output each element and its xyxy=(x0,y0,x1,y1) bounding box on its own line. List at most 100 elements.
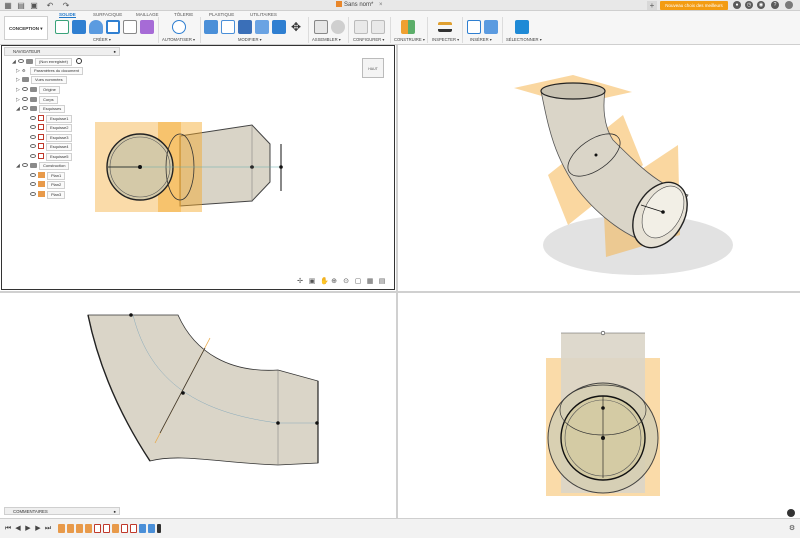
tree-item-doc-settings[interactable]: ▷ ⚙ Paramètres du document xyxy=(16,67,83,75)
create-sketch-icon[interactable] xyxy=(55,20,69,34)
group-modify-label[interactable]: MODIFIER ▾ xyxy=(238,37,262,42)
comments-panel[interactable]: COMMENTAIRES ● xyxy=(4,507,120,515)
navigator-pin-icon[interactable]: ● xyxy=(113,48,116,56)
timeline-loft-feature[interactable] xyxy=(139,524,146,533)
visibility-icon[interactable] xyxy=(18,59,24,63)
automate-icon[interactable] xyxy=(172,20,186,34)
timeline-plane-feature[interactable] xyxy=(85,524,92,533)
timeline-marker[interactable] xyxy=(157,524,161,533)
undo-icon[interactable]: ↶ xyxy=(46,1,54,10)
display-settings-icon[interactable]: ▢ xyxy=(354,278,362,286)
configure-table-icon[interactable] xyxy=(354,20,368,34)
tab-solide[interactable]: SOLIDE xyxy=(59,12,76,18)
tree-item-construction[interactable]: ◢ Construction xyxy=(16,162,70,170)
extensions-icon[interactable]: ● xyxy=(733,1,741,9)
grid-settings-icon[interactable]: ▦ xyxy=(366,278,374,286)
tab-tolerie[interactable]: TÔLERIE xyxy=(174,12,193,17)
fillet-icon[interactable] xyxy=(221,20,235,34)
extrude-icon[interactable] xyxy=(72,20,86,34)
viewport-splitter-horizontal[interactable] xyxy=(0,291,800,293)
timeline-settings-icon[interactable]: ⚙ xyxy=(788,525,796,533)
group-create-label[interactable]: CRÉER ▾ xyxy=(93,37,111,42)
tab-surfacique[interactable]: SURFACIQUE xyxy=(93,12,122,17)
timeline-sketch-feature[interactable] xyxy=(130,524,137,533)
tree-item-sketches[interactable]: ◢ Esquisses xyxy=(16,105,66,113)
look-at-icon[interactable]: ▣ xyxy=(308,278,316,286)
visibility-icon[interactable] xyxy=(22,163,28,167)
visibility-icon[interactable] xyxy=(30,154,36,158)
tree-item-plane2[interactable]: Plan2 xyxy=(30,181,66,189)
revolve-icon[interactable] xyxy=(89,20,103,34)
zoom-icon[interactable]: ⊕ xyxy=(330,278,338,286)
visibility-icon[interactable] xyxy=(30,182,36,186)
timeline-sketch-feature[interactable] xyxy=(121,524,128,533)
expand-icon[interactable]: ▷ xyxy=(16,86,22,94)
tree-item-bodies[interactable]: ▷ Corps xyxy=(16,96,58,104)
visibility-icon[interactable] xyxy=(30,125,36,129)
play-icon[interactable]: ▶ xyxy=(24,525,32,533)
tree-item-named-views[interactable]: ▷ Vues nommées xyxy=(16,76,67,84)
visibility-icon[interactable] xyxy=(22,87,28,91)
viewport-top[interactable] xyxy=(0,293,396,518)
timeline-shell-feature[interactable] xyxy=(148,524,155,533)
tree-item-plane3[interactable]: Plan3 xyxy=(30,191,66,199)
group-insert-label[interactable]: INSÉRER ▾ xyxy=(470,37,492,42)
timeline-sketch-feature[interactable] xyxy=(58,524,65,533)
new-tab-button[interactable]: + xyxy=(647,1,657,10)
timeline-sketch-feature[interactable] xyxy=(94,524,101,533)
radio-active-icon[interactable] xyxy=(76,58,83,64)
viewport-splitter-vertical[interactable] xyxy=(396,45,398,518)
move-icon[interactable]: ✥ xyxy=(289,20,303,34)
viewport-perspective[interactable] xyxy=(398,45,800,291)
grid-icon[interactable]: ▦ xyxy=(4,1,12,10)
expand-icon[interactable]: ▷ xyxy=(16,96,22,104)
go-to-end-icon[interactable]: ⏭ xyxy=(44,525,52,533)
tree-item-sketch2[interactable]: Esquisse2 xyxy=(30,124,73,132)
group-assemble-label[interactable]: ASSEMBLER ▾ xyxy=(312,37,341,42)
tab-plastique[interactable]: PLASTIQUE xyxy=(209,12,234,17)
tab-utilitaires[interactable]: UTILITAIRES xyxy=(250,12,277,17)
measure-icon[interactable] xyxy=(438,22,452,32)
insert-derive-icon[interactable] xyxy=(467,20,481,34)
new-component-icon[interactable] xyxy=(314,20,328,34)
tab-maillage[interactable]: MAILLAGE xyxy=(136,12,159,17)
visibility-icon[interactable] xyxy=(30,144,36,148)
select-cursor-icon[interactable] xyxy=(515,20,529,34)
hole-icon[interactable] xyxy=(106,20,120,34)
collapse-icon[interactable]: ◢ xyxy=(16,162,22,170)
timeline-plane-feature[interactable] xyxy=(112,524,119,533)
feedback-icon[interactable] xyxy=(787,509,795,517)
comments-pin-icon[interactable]: ● xyxy=(113,508,116,515)
group-inspect-label[interactable]: INSPECTER ▾ xyxy=(432,37,459,42)
workspace-switcher[interactable]: CONCEPTION ▾ xyxy=(4,16,48,40)
insert-image-icon[interactable] xyxy=(484,20,498,34)
fit-icon[interactable]: ⊙ xyxy=(342,278,350,286)
group-construct-label[interactable]: CONSTRUIRE ▾ xyxy=(394,37,425,42)
joint-icon[interactable] xyxy=(331,20,345,34)
navigator-header[interactable]: NAVIGATEUR ● xyxy=(4,47,120,56)
notifications-icon[interactable]: ◉ xyxy=(757,1,765,9)
tree-root[interactable]: ◢ (Non enregistré) xyxy=(12,58,83,66)
step-back-icon[interactable]: ◀ xyxy=(14,525,22,533)
redo-icon[interactable]: ↷ xyxy=(62,1,70,10)
group-automate-label[interactable]: AUTOMATISER ▾ xyxy=(162,37,195,42)
visibility-icon[interactable] xyxy=(22,97,28,101)
tree-item-sketch4[interactable]: Esquisse4 xyxy=(30,143,73,151)
configure-params-icon[interactable] xyxy=(371,20,385,34)
collapse-icon[interactable]: ◢ xyxy=(16,105,22,113)
timeline-plane-feature[interactable] xyxy=(67,524,74,533)
combine-icon[interactable] xyxy=(272,20,286,34)
orbit-icon[interactable]: ✢ xyxy=(296,278,304,286)
tree-item-sketch3[interactable]: Esquisse3 xyxy=(30,134,73,142)
tree-item-origin[interactable]: ▷ Origine xyxy=(16,86,60,94)
save-icon[interactable]: ▣ xyxy=(30,1,38,10)
press-pull-icon[interactable] xyxy=(204,20,218,34)
step-forward-icon[interactable]: ▶ xyxy=(34,525,42,533)
collapse-icon[interactable]: ◢ xyxy=(12,58,18,66)
timeline-sketch-feature[interactable] xyxy=(103,524,110,533)
tree-item-sketch1[interactable]: Esquisse1 xyxy=(30,115,73,123)
visibility-icon[interactable] xyxy=(30,135,36,139)
visibility-icon[interactable] xyxy=(22,106,28,110)
viewport-right[interactable] xyxy=(398,293,800,518)
group-select-label[interactable]: SÉLECTIONNER ▾ xyxy=(506,37,542,42)
